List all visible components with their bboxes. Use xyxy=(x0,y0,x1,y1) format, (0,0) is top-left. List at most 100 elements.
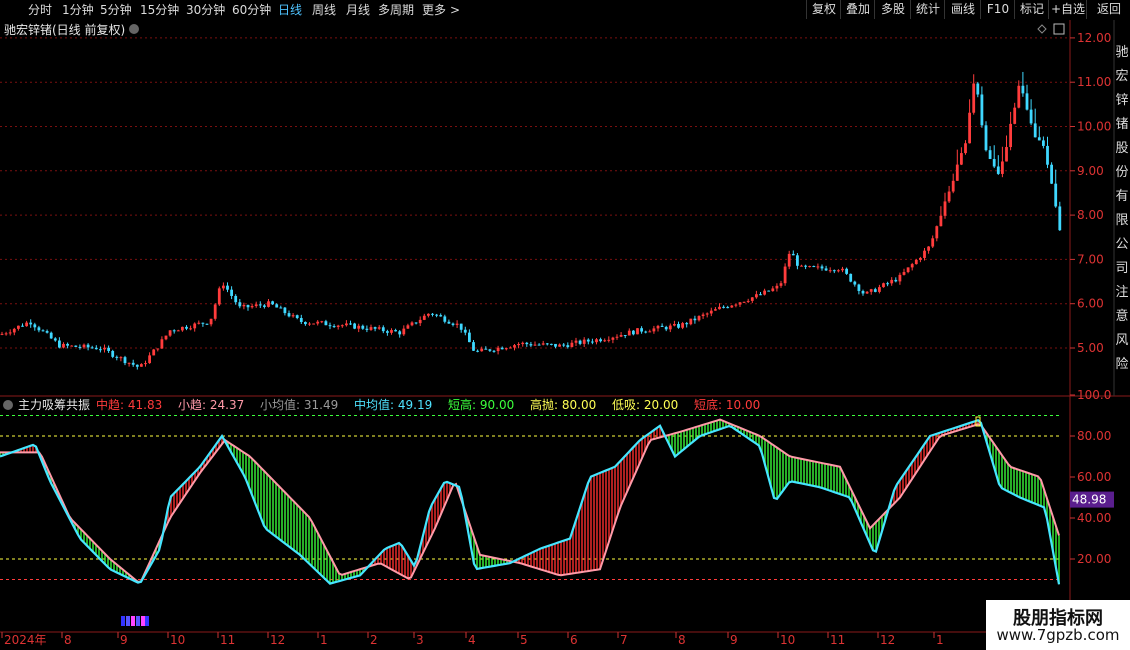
candle-body xyxy=(254,304,258,307)
time-tick-label: 2 xyxy=(370,633,378,647)
stock-title: 驰宏锌锗(日线 前复权) xyxy=(4,22,125,37)
side-char: 宏 xyxy=(1115,69,1128,84)
period-tab-8[interactable]: 月线 xyxy=(346,0,370,20)
candle-body xyxy=(275,304,279,308)
period-tab-10[interactable]: 更多 xyxy=(422,0,446,20)
candle-body xyxy=(484,348,488,350)
candle-body xyxy=(336,325,340,327)
candle-body xyxy=(1029,109,1033,124)
period-toolbar: 分时 1分钟 5分钟 15分钟 30分钟 60分钟 日线 周线 月线 多周期 更多 > 复权 叠加 多股 统计… xyxy=(0,0,1130,20)
candle-body xyxy=(312,323,315,325)
candle-body xyxy=(222,285,225,289)
chevron-down-icon[interactable] xyxy=(129,24,139,34)
indicator-tick-label: 40.00 xyxy=(1077,511,1111,525)
legend-item: 小均值: 31.49 xyxy=(260,397,338,412)
time-tick-label: 12 xyxy=(880,633,895,647)
candle-body xyxy=(135,364,139,367)
candle-body xyxy=(361,325,365,329)
candle-body xyxy=(615,336,619,338)
candle-body xyxy=(267,301,270,307)
candle-body xyxy=(406,325,410,329)
candle-body xyxy=(328,325,332,327)
period-tab-9[interactable]: 多周期 xyxy=(378,0,414,20)
candle-body xyxy=(849,273,853,282)
candle-body xyxy=(418,319,422,324)
more-arrow-icon[interactable]: > xyxy=(450,0,460,20)
candle-body xyxy=(574,340,578,343)
candle-body xyxy=(644,331,648,333)
toolbar-button-3[interactable]: 统计 xyxy=(910,0,945,19)
candle-body xyxy=(718,306,721,310)
side-char: 股 xyxy=(1115,141,1128,156)
candle-body xyxy=(332,326,336,328)
candle-body xyxy=(1017,85,1021,108)
toolbar-button-0[interactable]: 复权 xyxy=(806,0,841,19)
candle-body xyxy=(447,321,451,324)
candle-body xyxy=(25,322,28,327)
buy-signal-mark xyxy=(145,616,149,626)
period-tab-2[interactable]: 5分钟 xyxy=(100,0,132,20)
price-tick-label: 7.00 xyxy=(1077,252,1104,266)
toolbar-button-2[interactable]: 多股 xyxy=(874,0,911,19)
time-tick-label: 8 xyxy=(64,633,72,647)
period-tab-6[interactable]: 日线 xyxy=(278,0,302,20)
toolbar-button-4[interactable]: 画线 xyxy=(944,0,981,19)
period-tab-5[interactable]: 60分钟 xyxy=(232,0,271,20)
buy-signal-mark xyxy=(126,616,130,626)
candle-body xyxy=(365,328,369,330)
toolbar-button-5[interactable]: F10 xyxy=(980,0,1015,19)
candle-body xyxy=(279,307,283,309)
candle-body xyxy=(787,253,791,267)
candle-body xyxy=(209,318,213,325)
price-tick-label: 9.00 xyxy=(1077,164,1104,178)
candle-body xyxy=(4,333,8,335)
candle-body xyxy=(910,264,914,268)
candle-body xyxy=(234,295,238,303)
candle-body xyxy=(504,348,508,350)
period-tab-4[interactable]: 30分钟 xyxy=(186,0,225,20)
window-icon[interactable] xyxy=(1053,23,1065,35)
watermark-url: www.7gpzb.com xyxy=(996,626,1120,644)
period-tab-0[interactable]: 分时 xyxy=(28,0,52,20)
indicator-menu-icon[interactable] xyxy=(3,400,13,410)
candle-body xyxy=(509,347,512,349)
candle-body xyxy=(853,281,857,285)
candle-body xyxy=(37,327,41,331)
candle-body xyxy=(566,345,570,348)
diamond-icon[interactable] xyxy=(1037,24,1047,34)
period-tab-3[interactable]: 15分钟 xyxy=(140,0,179,20)
candle-body xyxy=(201,322,205,324)
toolbar-button-8[interactable]: 返回 xyxy=(1086,0,1130,19)
candle-body xyxy=(927,246,930,251)
candle-body xyxy=(340,325,344,327)
candle-body xyxy=(804,265,807,267)
toolbar-button-6[interactable]: 标记 xyxy=(1014,0,1049,19)
candle-body xyxy=(246,304,250,308)
time-tick-label: 9 xyxy=(730,633,738,647)
price-tick-label: 12.00 xyxy=(1077,31,1111,45)
candle-body xyxy=(664,326,668,330)
candle-body xyxy=(123,357,127,364)
candle-body xyxy=(623,335,627,337)
candle-body xyxy=(369,327,373,330)
period-tab-1[interactable]: 1分钟 xyxy=(62,0,94,20)
candle-body xyxy=(226,285,229,290)
period-tab-7[interactable]: 周线 xyxy=(312,0,336,20)
toolbar-button-1[interactable]: 叠加 xyxy=(840,0,875,19)
candle-body xyxy=(882,283,885,288)
candle-body xyxy=(521,342,525,345)
candle-body xyxy=(217,288,221,305)
candle-body xyxy=(439,315,443,317)
candle-body xyxy=(345,323,348,326)
candle-body xyxy=(283,307,287,314)
toolbar-button-7[interactable]: +自选 xyxy=(1048,0,1087,19)
candle-body xyxy=(824,268,828,271)
candle-body xyxy=(476,350,479,352)
candle-body xyxy=(140,364,143,367)
candle-body xyxy=(832,270,836,272)
candle-body xyxy=(919,257,922,260)
candle-body xyxy=(308,323,311,325)
time-tick-label: 5 xyxy=(520,633,528,647)
candle-body xyxy=(62,343,65,348)
candle-body xyxy=(955,164,959,181)
